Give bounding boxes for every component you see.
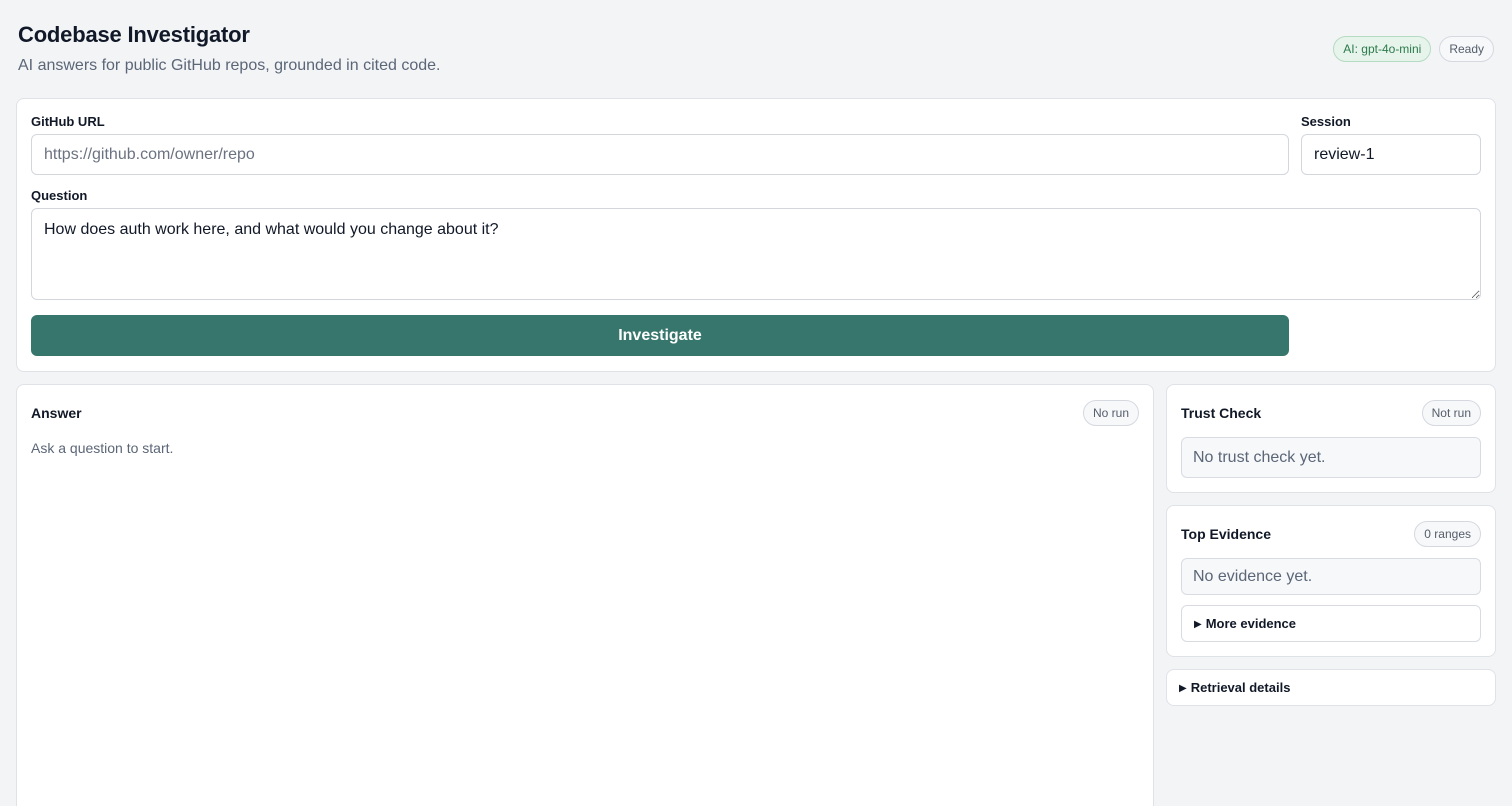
page-title: Codebase Investigator [18, 22, 250, 47]
top-evidence-title: Top Evidence [1181, 526, 1271, 542]
status-group: AI: gpt-4o-mini Ready [1333, 36, 1494, 62]
answer-status-badge: No run [1082, 400, 1139, 426]
evidence-empty: No evidence yet. [1181, 558, 1481, 595]
trust-check-empty: No trust check yet. [1181, 437, 1481, 478]
top-evidence-panel: Top Evidence 0 ranges No evidence yet. ▶… [1166, 505, 1496, 657]
investigate-form: GitHub URL Session Question How does aut… [16, 98, 1496, 372]
more-evidence-label: More evidence [1205, 616, 1297, 631]
answer-empty-text: Ask a question to start. [31, 440, 174, 456]
retrieval-details-row: ▶ Retrieval details [1167, 670, 1495, 707]
model-badge: AI: gpt-4o-mini [1333, 36, 1432, 62]
trust-check-title: Trust Check [1181, 405, 1262, 421]
question-textarea[interactable]: How does auth work here, and what would … [31, 208, 1481, 300]
retrieval-details-toggle[interactable]: ▶ Retrieval details [1166, 669, 1496, 706]
page-header: Codebase Investigator AI answers for pub… [18, 22, 1494, 78]
app-root: Codebase Investigator AI answers for pub… [0, 0, 1512, 806]
github-url-input[interactable] [31, 134, 1289, 175]
answer-title: Answer [31, 405, 82, 421]
more-evidence-toggle[interactable]: ▶ More evidence [1181, 605, 1481, 642]
trust-check-panel: Trust Check Not run No trust check yet. [1166, 384, 1496, 493]
disclosure-triangle-icon: ▶ [1194, 619, 1202, 630]
session-input[interactable] [1301, 134, 1481, 175]
page-subtitle: AI answers for public GitHub repos, grou… [18, 57, 441, 74]
status-badge: Ready [1439, 36, 1494, 62]
evidence-count-badge: 0 ranges [1414, 521, 1481, 547]
disclosure-triangle-icon: ▶ [1179, 683, 1187, 694]
question-label: Question [31, 188, 88, 203]
trust-check-badge: Not run [1421, 400, 1481, 426]
session-label: Session [1301, 114, 1351, 129]
retrieval-details-label: Retrieval details [1190, 680, 1291, 695]
investigate-button[interactable]: Investigate [31, 315, 1289, 356]
answer-panel: Answer No run Ask a question to start. [16, 384, 1154, 806]
github-url-label: GitHub URL [31, 114, 105, 129]
